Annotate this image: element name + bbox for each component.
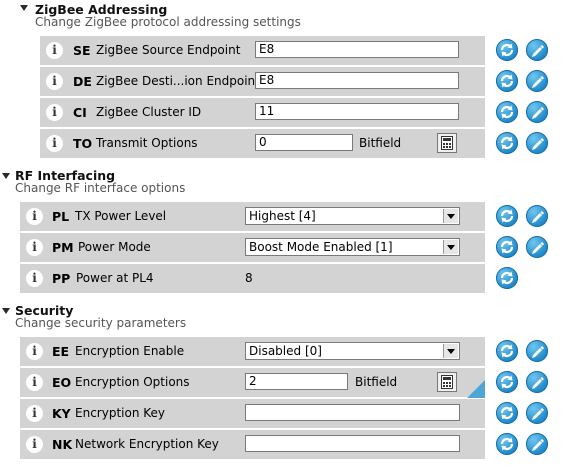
read-button[interactable] [496,236,518,258]
setting-code: PL [52,209,70,224]
setting-code: PM [52,240,74,255]
write-button[interactable] [526,340,548,362]
section-subtitle: Change RF interface options [15,181,186,195]
read-button[interactable] [496,267,518,289]
setting-code: TO [73,136,93,151]
info-icon[interactable]: i [26,239,43,256]
info-icon[interactable]: i [26,436,43,453]
section-header[interactable]: ZigBee Addressing Change ZigBee protocol… [0,0,568,29]
info-icon[interactable]: i [26,374,43,391]
section-subtitle: Change security parameters [15,316,187,330]
setting-code: NK [52,437,73,452]
setting-code: DE [73,74,92,89]
bitfield-label: Bitfield [355,375,398,389]
section-header[interactable]: Security Change security parameters [0,303,568,331]
value-input[interactable]: 2 [245,373,348,390]
write-button[interactable] [526,205,548,227]
read-button[interactable] [496,132,518,154]
write-button[interactable] [526,101,548,123]
value-input[interactable] [245,435,460,452]
read-button[interactable] [496,101,518,123]
setting-row-pl: i PL TX Power Level Highest [4] [20,202,485,231]
setting-row-ky: i KY Encryption Key [20,399,485,428]
collapse-arrow-icon[interactable] [2,308,10,314]
dropdown-value: Disabled [0] [249,344,322,358]
dropdown-value: Highest [4] [249,209,316,223]
setting-row-ci: i CI ZigBee Cluster ID 11 [40,98,485,127]
info-icon[interactable]: i [26,270,43,287]
value-input[interactable]: 0 [255,134,353,151]
info-icon[interactable]: i [46,42,63,59]
dropdown-arrow-icon[interactable] [443,240,458,254]
setting-row-ee: i EE Encryption Enable Disabled [0] [20,337,485,366]
value-input[interactable] [245,404,460,421]
info-icon[interactable]: i [46,73,63,90]
info-icon[interactable]: i [46,104,63,121]
write-button[interactable] [526,433,548,455]
modified-corner-marker [467,380,485,398]
section-security: Security Change security parameters [0,303,568,331]
value-input[interactable]: E8 [255,72,459,89]
setting-code: EE [52,344,70,359]
dropdown-arrow-icon[interactable] [443,209,458,223]
value-input[interactable]: E8 [255,41,459,58]
read-button[interactable] [496,371,518,393]
setting-code: SE [73,43,91,58]
read-button[interactable] [496,205,518,227]
setting-label: Transmit Options [96,136,198,150]
section-rf-interfacing: RF Interfacing Change RF interface optio… [0,168,568,196]
dropdown-value: Boost Mode Enabled [1] [249,240,393,254]
read-only-value: 8 [245,271,253,285]
setting-row-se: i SE ZigBee Source Endpoint E8 [40,36,485,65]
info-icon[interactable]: i [26,405,43,422]
value-dropdown[interactable]: Boost Mode Enabled [1] [245,238,460,256]
section-zigbee-addressing: ZigBee Addressing Change ZigBee protocol… [0,0,568,29]
collapse-arrow-icon[interactable] [2,173,10,179]
setting-row-to: i TO Transmit Options 0 Bitfield [40,129,485,158]
setting-code: KY [52,406,71,421]
setting-row-de: i DE ZigBee Desti...ion Endpoint E8 [40,67,485,96]
section-header[interactable]: RF Interfacing Change RF interface optio… [0,168,568,196]
setting-row-pp: i PP Power at PL4 8 [20,264,485,293]
setting-label: Network Encryption Key [75,437,219,451]
setting-code: CI [73,105,87,120]
collapse-arrow-icon[interactable] [20,5,28,11]
setting-label: Encryption Options [75,375,190,389]
value-dropdown[interactable]: Highest [4] [245,207,460,225]
info-icon[interactable]: i [26,208,43,225]
write-button[interactable] [526,132,548,154]
setting-row-pm: i PM Power Mode Boost Mode Enabled [1] [20,233,485,262]
setting-code: PP [52,271,71,286]
setting-label: Power Mode [78,240,151,254]
setting-row-eo: i EO Encryption Options 2 Bitfield [20,368,485,397]
write-button[interactable] [526,402,548,424]
read-button[interactable] [496,39,518,61]
bitfield-label: Bitfield [359,136,402,150]
calculator-icon[interactable] [437,133,457,153]
setting-label: ZigBee Source Endpoint [96,43,241,57]
section-subtitle: Change ZigBee protocol addressing settin… [35,15,301,29]
write-button[interactable] [526,70,548,92]
setting-row-nk: i NK Network Encryption Key [20,430,485,459]
setting-label: ZigBee Desti...ion Endpoint [96,74,260,88]
setting-label: ZigBee Cluster ID [96,105,202,119]
info-icon[interactable]: i [26,343,43,360]
read-button[interactable] [496,402,518,424]
value-dropdown[interactable]: Disabled [0] [245,342,460,360]
info-icon[interactable]: i [46,135,63,152]
write-button[interactable] [526,39,548,61]
setting-label: TX Power Level [75,209,167,223]
read-button[interactable] [496,70,518,92]
calculator-icon[interactable] [437,372,457,392]
setting-label: Encryption Enable [75,344,185,358]
value-input[interactable]: 11 [255,103,459,120]
write-button[interactable] [526,371,548,393]
setting-code: EO [52,375,72,390]
write-button[interactable] [526,236,548,258]
setting-label: Power at PL4 [76,271,154,285]
setting-label: Encryption Key [75,406,165,420]
dropdown-arrow-icon[interactable] [443,344,458,358]
read-button[interactable] [496,433,518,455]
read-button[interactable] [496,340,518,362]
